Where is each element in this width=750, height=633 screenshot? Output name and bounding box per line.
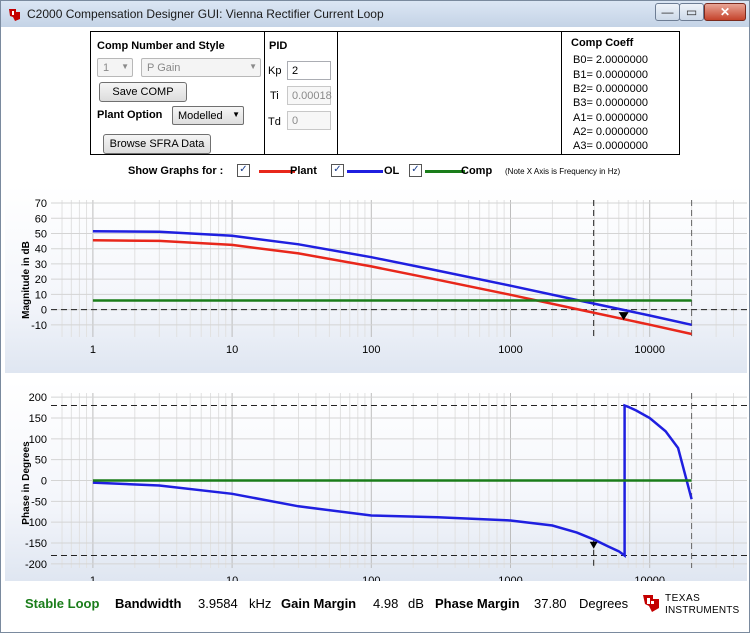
ti-app-icon <box>9 9 20 21</box>
title-bar[interactable]: C2000 Compensation Designer GUI: Vienna … <box>1 1 749 27</box>
gain-margin-unit: dB <box>408 596 424 611</box>
pid-title: PID <box>269 40 288 52</box>
gain-margin-value: 4.98 <box>373 596 399 611</box>
coeff-a2: A2= 0.0000000 <box>573 126 648 138</box>
phase-ylabel: Phase in Degrees <box>21 441 32 525</box>
coeff-b1: B1= 0.0000000 <box>573 69 648 81</box>
phase-x-tick-label: 10000 <box>634 575 665 581</box>
td-input[interactable]: 0 <box>287 111 331 130</box>
magnitude-x-tick-label: 1 <box>90 344 96 356</box>
phase-x-tick-label: 1 <box>90 575 96 581</box>
coeff-title: Comp Coeff <box>571 37 634 49</box>
close-icon: ✕ <box>719 5 731 19</box>
kp-label: Kp <box>268 65 282 77</box>
magnitude-x-tick-label: 1000 <box>498 344 522 356</box>
phase-y-tick-label: 50 <box>35 455 47 467</box>
chevron-down-icon: ▼ <box>249 62 257 71</box>
coeff-a3: A3= 0.0000000 <box>573 140 648 152</box>
comp-number-value: 1 <box>103 62 110 74</box>
coeff-b3: B3= 0.0000000 <box>573 97 648 109</box>
phase-y-tick-label: 150 <box>29 413 47 425</box>
magnitude-y-tick-label: 60 <box>35 213 47 225</box>
bandwidth-value: 3.9584 <box>198 596 238 611</box>
ol-legend-label: OL <box>384 165 400 177</box>
minimize-icon: — <box>661 5 674 19</box>
phase-y-tick-label: -200 <box>25 559 47 571</box>
phase-x-tick-label: 100 <box>362 575 380 581</box>
phase-y-tick-label: 200 <box>29 392 47 404</box>
phase-x-tick-label: 10 <box>226 575 238 581</box>
magnitude-y-tick-label: 10 <box>35 289 47 301</box>
phase-y-tick-label: 0 <box>41 476 47 488</box>
magnitude-y-tick-label: 40 <box>35 244 47 256</box>
ti-input[interactable]: 0.00018 <box>287 86 332 105</box>
phase-margin-value: 37.80 <box>534 596 567 611</box>
client-area: Comp Number and Style 1 ▼ P Gain ▼ Save CO… <box>5 27 747 631</box>
phase-y-tick-label: -150 <box>25 538 47 550</box>
coeff-a1: A1= 0.0000000 <box>573 112 648 124</box>
ti-logo-line1: TEXAS <box>665 593 701 604</box>
plant-checkbox[interactable]: ✓ <box>237 164 250 177</box>
ti-label: Ti <box>270 90 279 102</box>
magnitude-y-tick-label: 70 <box>35 198 47 210</box>
comp-panel: Comp Number and Style 1 ▼ P Gain ▼ Save CO… <box>90 31 265 155</box>
minimize-button[interactable]: — <box>655 3 680 21</box>
bandwidth-unit: kHz <box>249 596 272 611</box>
magnitude-y-tick-label: 50 <box>35 228 47 240</box>
maximize-button[interactable]: ▭ <box>679 3 704 21</box>
gain-margin-label: Gain Margin <box>281 596 357 611</box>
kp-input[interactable]: 2 <box>287 61 331 80</box>
chevron-down-icon: ▼ <box>121 62 129 71</box>
comp-style-value: P Gain <box>147 62 181 74</box>
phase-margin-label: Phase Margin <box>435 596 520 611</box>
phase-y-tick-label: -100 <box>25 517 47 529</box>
phase-x-tick-label: 1000 <box>498 575 522 581</box>
magnitude-y-tick-label: 30 <box>35 259 47 271</box>
td-label: Td <box>268 116 281 128</box>
close-button[interactable]: ✕ <box>704 3 746 21</box>
magnitude-x-tick-label: 10000 <box>634 344 665 356</box>
comp-panel-title: Comp Number and Style <box>97 40 225 52</box>
browse-sfra-button[interactable]: Browse SFRA Data <box>103 134 211 154</box>
magnitude-y-tick-label: 20 <box>35 274 47 286</box>
coeff-b2: B2= 0.0000000 <box>573 83 648 95</box>
comp-number-select[interactable]: 1 ▼ <box>97 58 133 77</box>
comp-checkbox[interactable]: ✓ <box>409 164 422 177</box>
pid-panel: PID Kp 2 Ti 0.00018 Td 0 <box>264 31 338 155</box>
ti-logo-line2: INSTRUMENTS <box>665 605 740 616</box>
window-title: C2000 Compensation Designer GUI: Vienna … <box>27 7 384 21</box>
stable-loop-text: Stable Loop <box>25 596 100 611</box>
magnitude-y-tick-label: -10 <box>31 320 47 332</box>
ol-checkbox[interactable]: ✓ <box>331 164 344 177</box>
plant-option-value: Modelled <box>178 110 223 122</box>
show-graphs-label: Show Graphs for : <box>128 165 224 177</box>
comp-style-select[interactable]: P Gain ▼ <box>141 58 261 77</box>
comp-legend-label: Comp <box>461 165 493 177</box>
plant-option-label: Plant Option <box>97 109 163 121</box>
phase-plot[interactable]: Phase in Degrees 1 10 100 1000 1000020015010… <box>5 381 747 581</box>
maximize-icon: ▭ <box>685 5 698 19</box>
magnitude-y-tick-label: 0 <box>41 305 47 317</box>
phase-y-tick-label: 100 <box>29 434 47 446</box>
ol-legend-line <box>347 170 383 173</box>
phase-y-tick-label: -50 <box>31 496 47 508</box>
blank-panel <box>337 31 562 155</box>
magnitude-ylabel: Magnitude in dB <box>21 241 32 319</box>
save-comp-button[interactable]: Save COMP <box>99 82 187 102</box>
plant-option-select[interactable]: Modelled ▼ <box>172 106 244 125</box>
plant-legend-label: Plant <box>290 165 317 177</box>
magnitude-plot[interactable]: Magnitude in dB 1 10 100 1000 10000706050403… <box>5 185 747 373</box>
ti-logo-icon <box>643 595 659 612</box>
app-window: C2000 Compensation Designer GUI: Vienna … <box>0 0 750 633</box>
coeff-b0: B0= 2.0000000 <box>573 54 648 66</box>
chevron-down-icon: ▼ <box>232 110 240 119</box>
magnitude-x-tick-label: 10 <box>226 344 238 356</box>
bandwidth-label: Bandwidth <box>115 596 182 611</box>
magnitude-x-tick-label: 100 <box>362 344 380 356</box>
axis-note: (Note X Axis is Frequency in Hz) <box>505 167 621 176</box>
comp-legend-line <box>425 170 465 173</box>
phase-margin-unit: Degrees <box>579 596 629 611</box>
